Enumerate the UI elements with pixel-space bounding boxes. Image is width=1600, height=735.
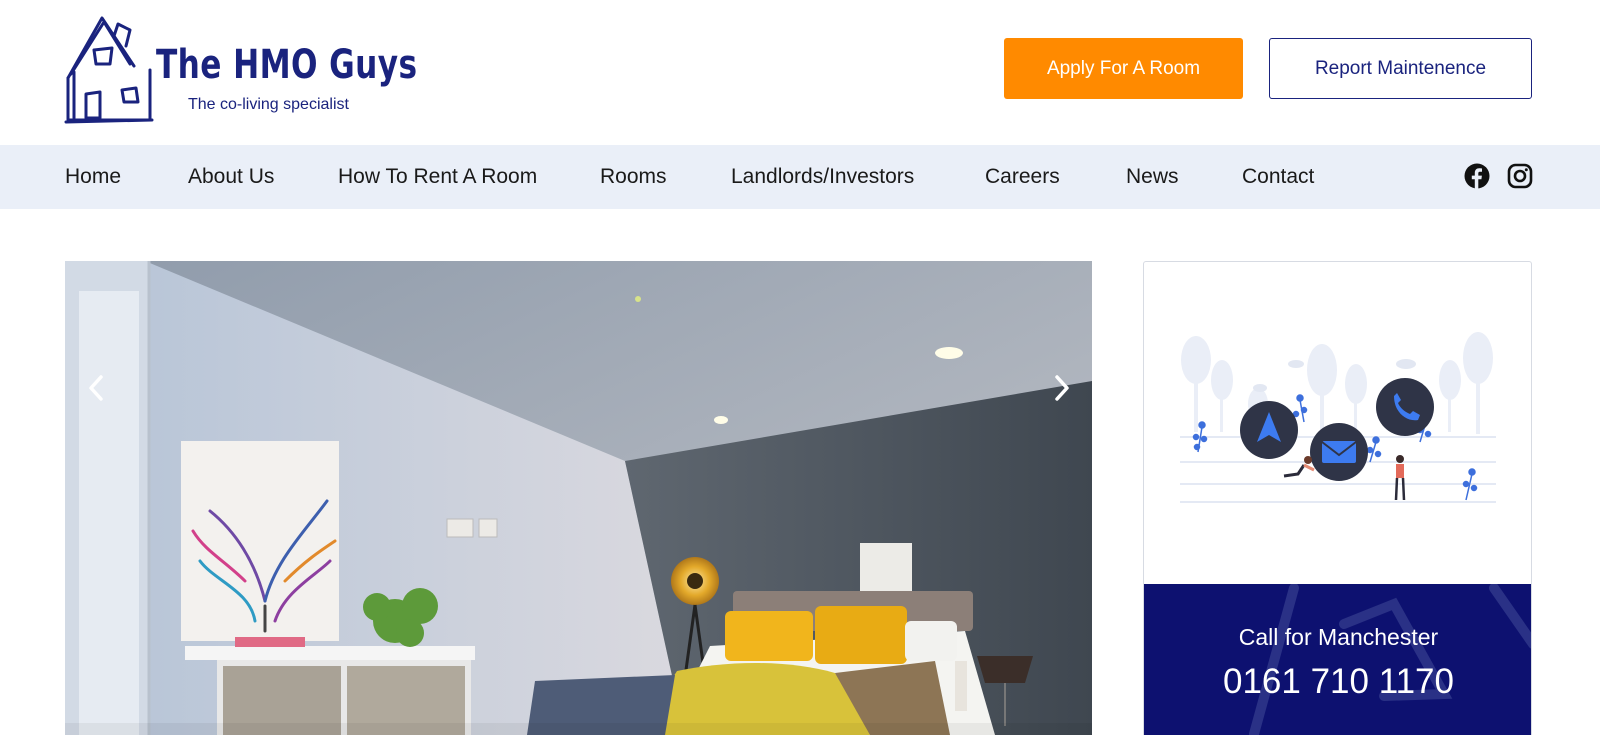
nav-item-careers[interactable]: Careers bbox=[985, 145, 1060, 209]
call-label: Call for Manchester bbox=[1238, 624, 1439, 650]
nav-item-about-us[interactable]: About Us bbox=[188, 145, 274, 209]
logo-title: The HMO Guys bbox=[156, 42, 418, 88]
slider-next-button[interactable] bbox=[1042, 368, 1082, 408]
facebook-icon[interactable] bbox=[1464, 163, 1490, 189]
call-panel-pattern bbox=[1249, 584, 1531, 735]
contact-illustration bbox=[1144, 262, 1531, 584]
nav-item-news[interactable]: News bbox=[1126, 145, 1179, 209]
nav-item-contact[interactable]: Contact bbox=[1242, 145, 1314, 209]
nav-item-how-to-rent[interactable]: How To Rent A Room bbox=[338, 145, 537, 209]
chevron-right-icon bbox=[1055, 375, 1069, 401]
nav-item-rooms[interactable]: Rooms bbox=[600, 145, 667, 209]
apply-for-room-button[interactable]: Apply For A Room bbox=[1004, 38, 1243, 99]
hero-slider[interactable] bbox=[65, 261, 1092, 735]
nav-item-home[interactable]: Home bbox=[65, 145, 121, 209]
nav-item-landlords-investors[interactable]: Landlords/Investors bbox=[731, 145, 914, 209]
envelope-icon bbox=[1321, 441, 1357, 463]
main-nav: Home About Us How To Rent A Room Rooms L… bbox=[0, 145, 1600, 209]
site-header: The HMO Guys The co-living specialist Ap… bbox=[0, 0, 1600, 145]
logo-tagline: The co-living specialist bbox=[188, 96, 349, 113]
instagram-icon[interactable] bbox=[1507, 163, 1533, 189]
house-logo-icon bbox=[64, 16, 154, 124]
phone-number-link[interactable]: 0161 710 1170 bbox=[1144, 662, 1531, 702]
slider-prev-button[interactable] bbox=[76, 368, 116, 408]
contact-card: Call for Manchester 0161 710 1170 bbox=[1143, 261, 1532, 735]
chevron-left-icon bbox=[89, 375, 103, 401]
bedroom-photo bbox=[65, 261, 1092, 735]
report-maintenance-button[interactable]: Report Maintenence bbox=[1269, 38, 1532, 99]
site-logo[interactable]: The HMO Guys The co-living specialist bbox=[64, 14, 417, 124]
call-panel: Call for Manchester 0161 710 1170 bbox=[1144, 584, 1531, 735]
